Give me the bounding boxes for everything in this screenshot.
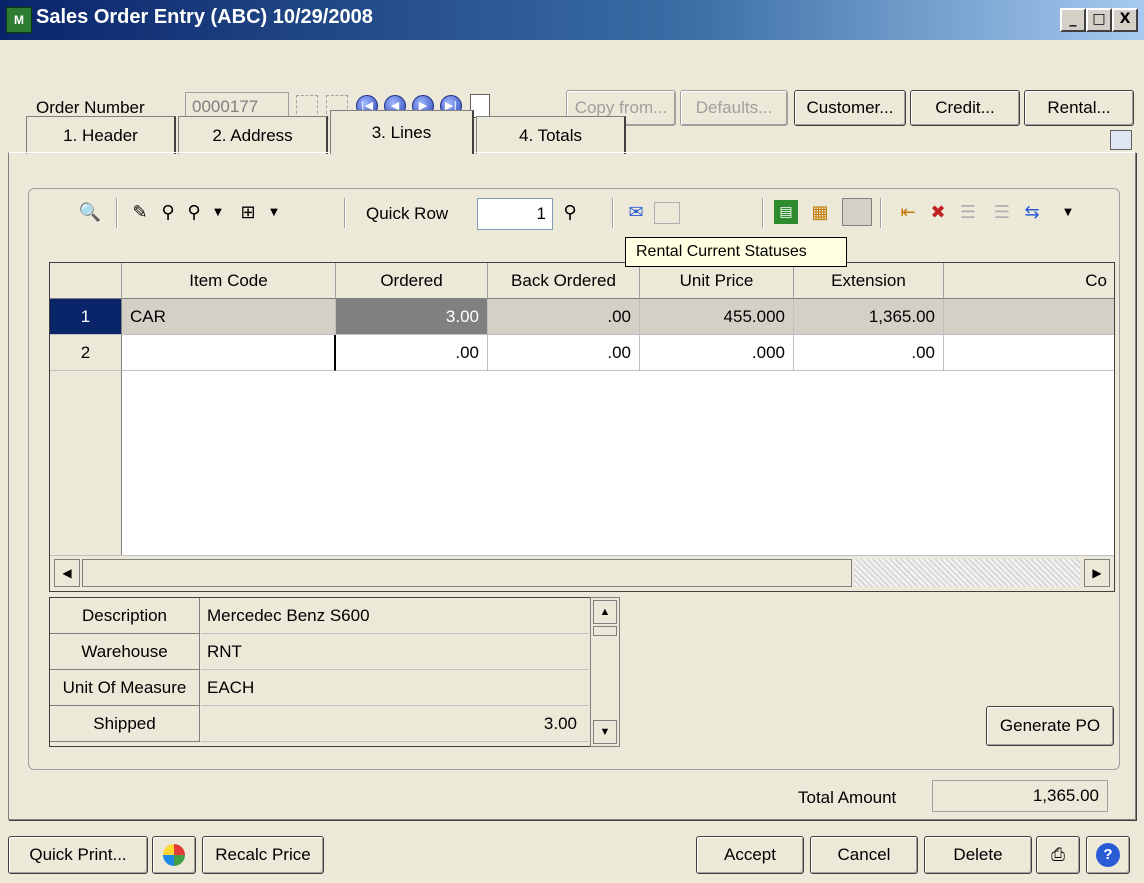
tab-totals[interactable]: 4. Totals: [476, 116, 626, 154]
shipped-value[interactable]: 3.00: [201, 706, 589, 742]
col-item-code[interactable]: Item Code: [122, 263, 336, 299]
cell-extension[interactable]: 1,365.00: [794, 299, 944, 335]
toolbar-separator-4: [762, 198, 764, 228]
comment-icon[interactable]: ✉: [624, 200, 648, 224]
maximize-button[interactable]: □: [1086, 8, 1112, 32]
pressed-toolbar-icon[interactable]: [842, 198, 872, 226]
total-amount-value: 1,365.00: [932, 780, 1108, 812]
toolbar-separator: [116, 198, 118, 228]
lines-grid[interactable]: Item Code Ordered Back Ordered Unit Pric…: [49, 262, 1115, 592]
accept-button[interactable]: Accept: [696, 836, 804, 874]
calendar-icon[interactable]: ▦: [808, 200, 832, 224]
zoom-icon[interactable]: 🔍: [78, 200, 102, 224]
toolbar-separator-2: [344, 198, 346, 228]
credit-button[interactable]: Credit...: [910, 90, 1020, 126]
tooltip: Rental Current Statuses: [625, 237, 847, 267]
quick-row-input[interactable]: 1: [477, 198, 553, 230]
scroll-track[interactable]: [854, 559, 1080, 587]
generate-po-button[interactable]: Generate PO: [986, 706, 1114, 746]
cell-item-code[interactable]: [122, 335, 336, 371]
warehouse-value[interactable]: RNT: [201, 634, 589, 670]
minimize-button[interactable]: _: [1060, 8, 1086, 32]
cell-comment[interactable]: [944, 299, 1114, 335]
dropdown-arrow-icon-3[interactable]: ▼: [1056, 200, 1080, 224]
delete-button[interactable]: Delete: [924, 836, 1032, 874]
help-icon[interactable]: ?: [1086, 836, 1130, 874]
item-lookup-icon[interactable]: ✎: [128, 200, 152, 224]
insert-line-icon[interactable]: ⇤: [896, 200, 920, 224]
rental-button[interactable]: Rental...: [1024, 90, 1134, 126]
cell-comment[interactable]: [944, 335, 1114, 371]
toolbar-separator-3: [612, 198, 614, 228]
scroll-down-icon[interactable]: ▼: [593, 720, 617, 744]
cell-ordered[interactable]: .00: [336, 335, 488, 371]
blank-toolbar-icon[interactable]: [654, 202, 680, 224]
outdent-icon[interactable]: ☰: [990, 200, 1014, 224]
col-comment[interactable]: Co: [944, 263, 1114, 299]
quick-row-label: Quick Row: [366, 204, 449, 223]
cell-unit-price[interactable]: 455.000: [640, 299, 794, 335]
recalc-price-button[interactable]: Recalc Price: [202, 836, 324, 874]
row-number[interactable]: 1: [50, 299, 122, 335]
rental-status-icon[interactable]: ▤: [774, 200, 798, 224]
col-ordered[interactable]: Ordered: [336, 263, 488, 299]
col-extension[interactable]: Extension: [794, 263, 944, 299]
row-number[interactable]: 2: [50, 335, 122, 371]
detail-scroll-thumb[interactable]: [593, 626, 617, 636]
warehouse-label: Warehouse: [50, 634, 200, 670]
row-header-column: [50, 371, 122, 555]
quick-print-button[interactable]: Quick Print...: [8, 836, 148, 874]
line-detail-panel: Description Mercedec Benz S600 Warehouse…: [49, 597, 595, 747]
total-amount-label: Total Amount: [798, 788, 897, 807]
sort-lines-icon[interactable]: ⇆: [1020, 200, 1044, 224]
app-icon: M: [6, 7, 32, 33]
cell-item-code[interactable]: CAR: [122, 299, 336, 335]
tab-address[interactable]: 2. Address: [178, 116, 328, 154]
dropdown-arrow-icon[interactable]: ▼: [206, 200, 230, 224]
unit-of-measure-label: Unit Of Measure: [50, 670, 200, 706]
scroll-thumb[interactable]: [82, 559, 852, 587]
screen-options-icon[interactable]: [1110, 130, 1132, 150]
description-label: Description: [50, 598, 200, 634]
cell-extension[interactable]: .00: [794, 335, 944, 371]
cell-back-ordered[interactable]: .00: [488, 299, 640, 335]
search-binoculars-red-icon[interactable]: ⚲: [182, 200, 206, 224]
indent-icon[interactable]: ☰: [956, 200, 980, 224]
cell-unit-price[interactable]: .000: [640, 335, 794, 371]
grid-corner: [50, 263, 122, 299]
color-wheel-icon[interactable]: [152, 836, 196, 874]
window-title: Sales Order Entry (ABC) 10/29/2008: [36, 6, 373, 28]
insert-item-icon[interactable]: ⊞: [236, 200, 260, 224]
cell-back-ordered[interactable]: .00: [488, 335, 640, 371]
close-button[interactable]: X: [1112, 8, 1138, 32]
cancel-button[interactable]: Cancel: [810, 836, 918, 874]
scroll-left-icon[interactable]: ◀: [54, 559, 80, 587]
detail-vertical-scrollbar[interactable]: ▲ ▼: [590, 597, 620, 747]
customer-button[interactable]: Customer...: [794, 90, 906, 126]
defaults-button[interactable]: Defaults...: [680, 90, 788, 126]
cell-ordered[interactable]: 3.00: [336, 299, 488, 335]
search-binoculars-icon[interactable]: ⚲: [156, 200, 180, 224]
col-unit-price[interactable]: Unit Price: [640, 263, 794, 299]
scroll-right-icon[interactable]: ▶: [1084, 559, 1110, 587]
tab-lines[interactable]: 3. Lines: [330, 110, 474, 154]
scroll-up-icon[interactable]: ▲: [593, 600, 617, 624]
description-value[interactable]: Mercedec Benz S600: [201, 598, 589, 634]
delete-line-icon[interactable]: ✖: [926, 200, 950, 224]
shipped-label: Shipped: [50, 706, 200, 742]
print-icon[interactable]: ⎙: [1036, 836, 1080, 874]
col-back-ordered[interactable]: Back Ordered: [488, 263, 640, 299]
tab-header[interactable]: 1. Header: [26, 116, 176, 154]
toolbar-separator-5: [880, 198, 882, 228]
quick-row-search-icon[interactable]: ⚲: [558, 200, 582, 224]
dropdown-arrow-icon-2[interactable]: ▼: [262, 200, 286, 224]
order-number-label: Order Number: [36, 98, 145, 117]
unit-of-measure-value[interactable]: EACH: [201, 670, 589, 706]
